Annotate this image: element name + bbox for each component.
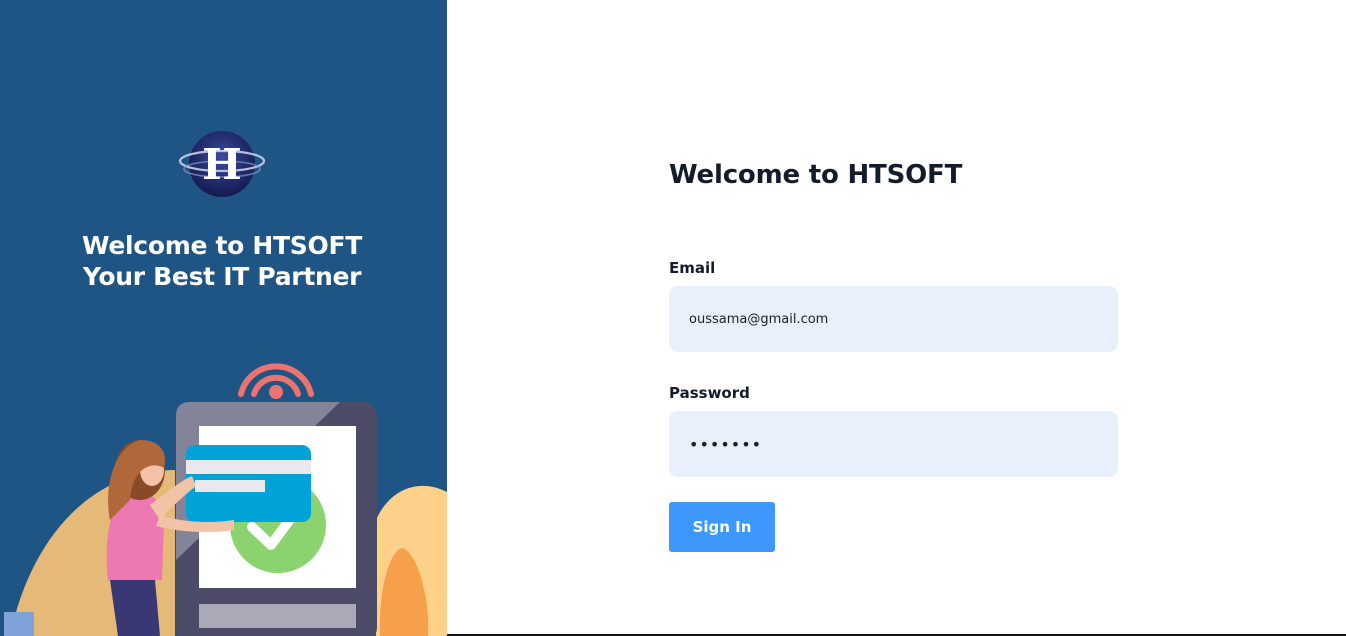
brand-welcome-line: Welcome to HTSOFT	[81, 231, 362, 260]
box-shape	[4, 612, 34, 636]
login-page: H Welcome to HTSOFT Your Best IT Partner	[0, 0, 1346, 636]
password-label: Password	[669, 384, 750, 402]
terminal-slot	[199, 604, 356, 628]
wifi-dot	[269, 385, 283, 399]
email-label: Email	[669, 259, 716, 277]
brand-tagline: Your Best IT Partner	[82, 262, 362, 291]
sign-in-button[interactable]: Sign In	[669, 502, 775, 552]
payment-illustration	[4, 363, 447, 636]
email-input[interactable]	[669, 286, 1118, 352]
form-title: Welcome to HTSOFT	[669, 160, 963, 190]
login-form-panel: Welcome to HTSOFT Email Password Sign In	[447, 0, 1346, 636]
password-input[interactable]	[669, 411, 1118, 477]
htsoft-logo: H	[178, 131, 266, 197]
brand-welcome-text: Welcome to HTSOFT Your Best IT Partner	[0, 230, 444, 292]
logo-letter: H	[202, 140, 242, 189]
brand-panel: H Welcome to HTSOFT Your Best IT Partner	[0, 0, 447, 636]
